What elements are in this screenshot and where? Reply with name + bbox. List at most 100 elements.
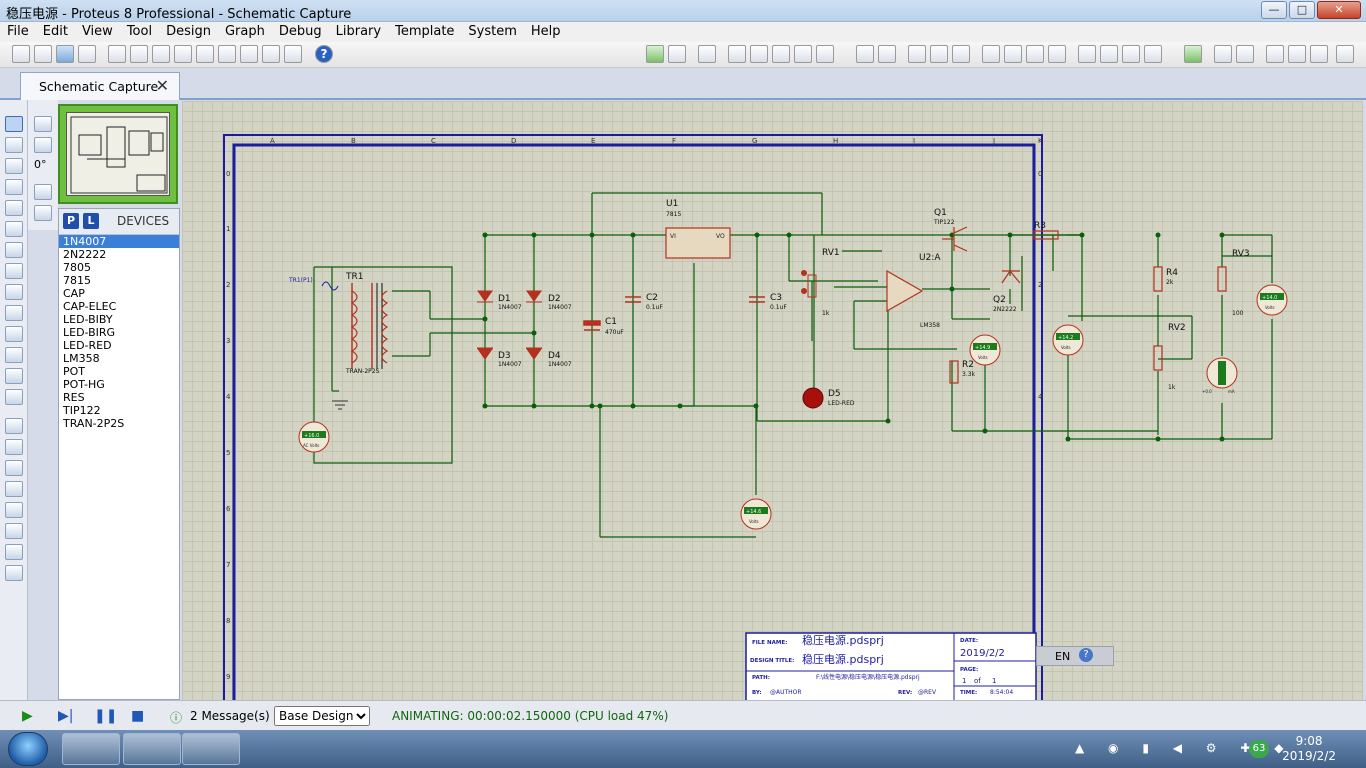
wire-autorouter-icon[interactable] xyxy=(1184,45,1202,63)
undo-icon[interactable] xyxy=(856,45,874,63)
block-delete-icon[interactable] xyxy=(1048,45,1066,63)
wire-label-icon[interactable] xyxy=(5,179,23,195)
menu-edit[interactable]: Edit xyxy=(36,22,75,41)
exit-to-parent-icon[interactable] xyxy=(1310,45,1328,63)
step-icon[interactable]: ▶| xyxy=(58,708,73,724)
taskbar-app-browser[interactable] xyxy=(123,733,181,765)
text-script-icon[interactable] xyxy=(5,200,23,216)
import-icon[interactable] xyxy=(78,45,96,63)
library-manager-button[interactable]: L xyxy=(83,213,99,229)
menu-template[interactable]: Template xyxy=(388,22,461,41)
overview-window[interactable] xyxy=(58,104,178,204)
new-sheet-icon[interactable] xyxy=(1266,45,1284,63)
subcircuit-icon[interactable] xyxy=(5,242,23,258)
terminals-icon[interactable] xyxy=(5,263,23,279)
device-pins-icon[interactable] xyxy=(5,284,23,300)
language-indicator[interactable]: EN xyxy=(1055,650,1070,663)
device-item[interactable]: TIP122 xyxy=(59,404,179,417)
path-icon[interactable] xyxy=(5,502,23,518)
gerber-icon[interactable] xyxy=(196,45,214,63)
circle-icon[interactable] xyxy=(5,460,23,476)
maximize-button[interactable]: □ xyxy=(1289,1,1315,19)
device-item[interactable]: LED-BIRG xyxy=(59,326,179,339)
device-item[interactable]: CAP xyxy=(59,287,179,300)
menu-graph[interactable]: Graph xyxy=(218,22,272,41)
language-help-icon[interactable]: ? xyxy=(1079,648,1093,662)
device-item[interactable]: LED-RED xyxy=(59,339,179,352)
property-tool-icon[interactable] xyxy=(1236,45,1254,63)
save-icon[interactable] xyxy=(56,45,74,63)
menu-file[interactable]: File xyxy=(0,22,36,41)
paste-icon[interactable] xyxy=(952,45,970,63)
device-item[interactable]: TRAN-2P2S xyxy=(59,417,179,430)
cut-icon[interactable] xyxy=(908,45,926,63)
device-item[interactable]: 1N4007 xyxy=(59,235,179,248)
selection-mode-icon[interactable] xyxy=(5,116,23,132)
tab-close-icon[interactable]: ✕ xyxy=(156,76,169,95)
packaging-icon[interactable] xyxy=(1122,45,1140,63)
language-bar[interactable]: EN ? xyxy=(1036,646,1114,666)
open-icon[interactable] xyxy=(34,45,52,63)
play-icon[interactable]: ▶ xyxy=(22,708,33,724)
schematic-canvas[interactable]: A B C D E F G H I J K 0 1 2 3 4 5 6 7 8 … xyxy=(182,101,1363,700)
symbol-icon[interactable] xyxy=(5,544,23,560)
generator-icon[interactable] xyxy=(5,347,23,363)
device-item[interactable]: LM358 xyxy=(59,352,179,365)
pan-icon[interactable] xyxy=(728,45,746,63)
schematic-icon[interactable] xyxy=(130,45,148,63)
probe-icon[interactable] xyxy=(5,368,23,384)
zoom-in-icon[interactable] xyxy=(750,45,768,63)
clock[interactable]: 9:08 2019/2/2 xyxy=(1282,734,1336,764)
home-icon[interactable] xyxy=(108,45,126,63)
search-tag-icon[interactable] xyxy=(1214,45,1232,63)
pick-device-icon[interactable] xyxy=(1078,45,1096,63)
message-count[interactable]: 2 Message(s) xyxy=(190,709,270,723)
redo-icon[interactable] xyxy=(878,45,896,63)
device-item[interactable]: 7805 xyxy=(59,261,179,274)
pick-devices-button[interactable]: P xyxy=(63,213,79,229)
bom-icon[interactable] xyxy=(240,45,258,63)
zoom-all-icon[interactable] xyxy=(794,45,812,63)
decompose-icon[interactable] xyxy=(1144,45,1162,63)
device-item[interactable]: LED-BIBY xyxy=(59,313,179,326)
origin-icon[interactable] xyxy=(698,45,716,63)
rotate-ccw-icon[interactable] xyxy=(34,137,52,153)
bus-icon[interactable] xyxy=(5,221,23,237)
delete-sheet-icon[interactable] xyxy=(1288,45,1306,63)
menu-help[interactable]: Help xyxy=(524,22,568,41)
taskbar-app-proteus[interactable] xyxy=(62,733,120,765)
tray-badge-icon[interactable]: 63 xyxy=(1249,740,1269,758)
refresh-icon[interactable] xyxy=(646,45,664,63)
help-icon[interactable]: ? xyxy=(315,45,333,63)
device-item[interactable]: POT xyxy=(59,365,179,378)
box-icon[interactable] xyxy=(5,439,23,455)
close-button[interactable]: ✕ xyxy=(1317,1,1361,19)
tab-schematic-capture[interactable]: Schematic Capture ✕ xyxy=(20,72,180,100)
pcb-icon[interactable] xyxy=(152,45,170,63)
menu-debug[interactable]: Debug xyxy=(272,22,329,41)
design-variant-select[interactable]: Base Design xyxy=(274,706,370,726)
text-icon[interactable] xyxy=(5,523,23,539)
menu-system[interactable]: System xyxy=(461,22,523,41)
device-item[interactable]: RES xyxy=(59,391,179,404)
mirror-y-icon[interactable] xyxy=(34,205,52,221)
block-copy-icon[interactable] xyxy=(982,45,1000,63)
device-item[interactable]: 7815 xyxy=(59,274,179,287)
3d-icon[interactable] xyxy=(174,45,192,63)
tape-recorder-icon[interactable] xyxy=(5,326,23,342)
junction-dot-icon[interactable] xyxy=(5,158,23,174)
copy-icon[interactable] xyxy=(930,45,948,63)
mirror-x-icon[interactable] xyxy=(34,184,52,200)
line-icon[interactable] xyxy=(5,418,23,434)
arc-icon[interactable] xyxy=(5,481,23,497)
device-item[interactable]: 2N2222 xyxy=(59,248,179,261)
block-rotate-icon[interactable] xyxy=(1026,45,1044,63)
device-item[interactable]: CAP-ELEC xyxy=(59,300,179,313)
new-icon[interactable] xyxy=(12,45,30,63)
zoom-out-icon[interactable] xyxy=(772,45,790,63)
notes-icon[interactable] xyxy=(284,45,302,63)
menu-library[interactable]: Library xyxy=(329,22,388,41)
block-move-icon[interactable] xyxy=(1004,45,1022,63)
pause-icon[interactable]: ❚❚ xyxy=(94,708,117,724)
rotate-cw-icon[interactable] xyxy=(34,116,52,132)
